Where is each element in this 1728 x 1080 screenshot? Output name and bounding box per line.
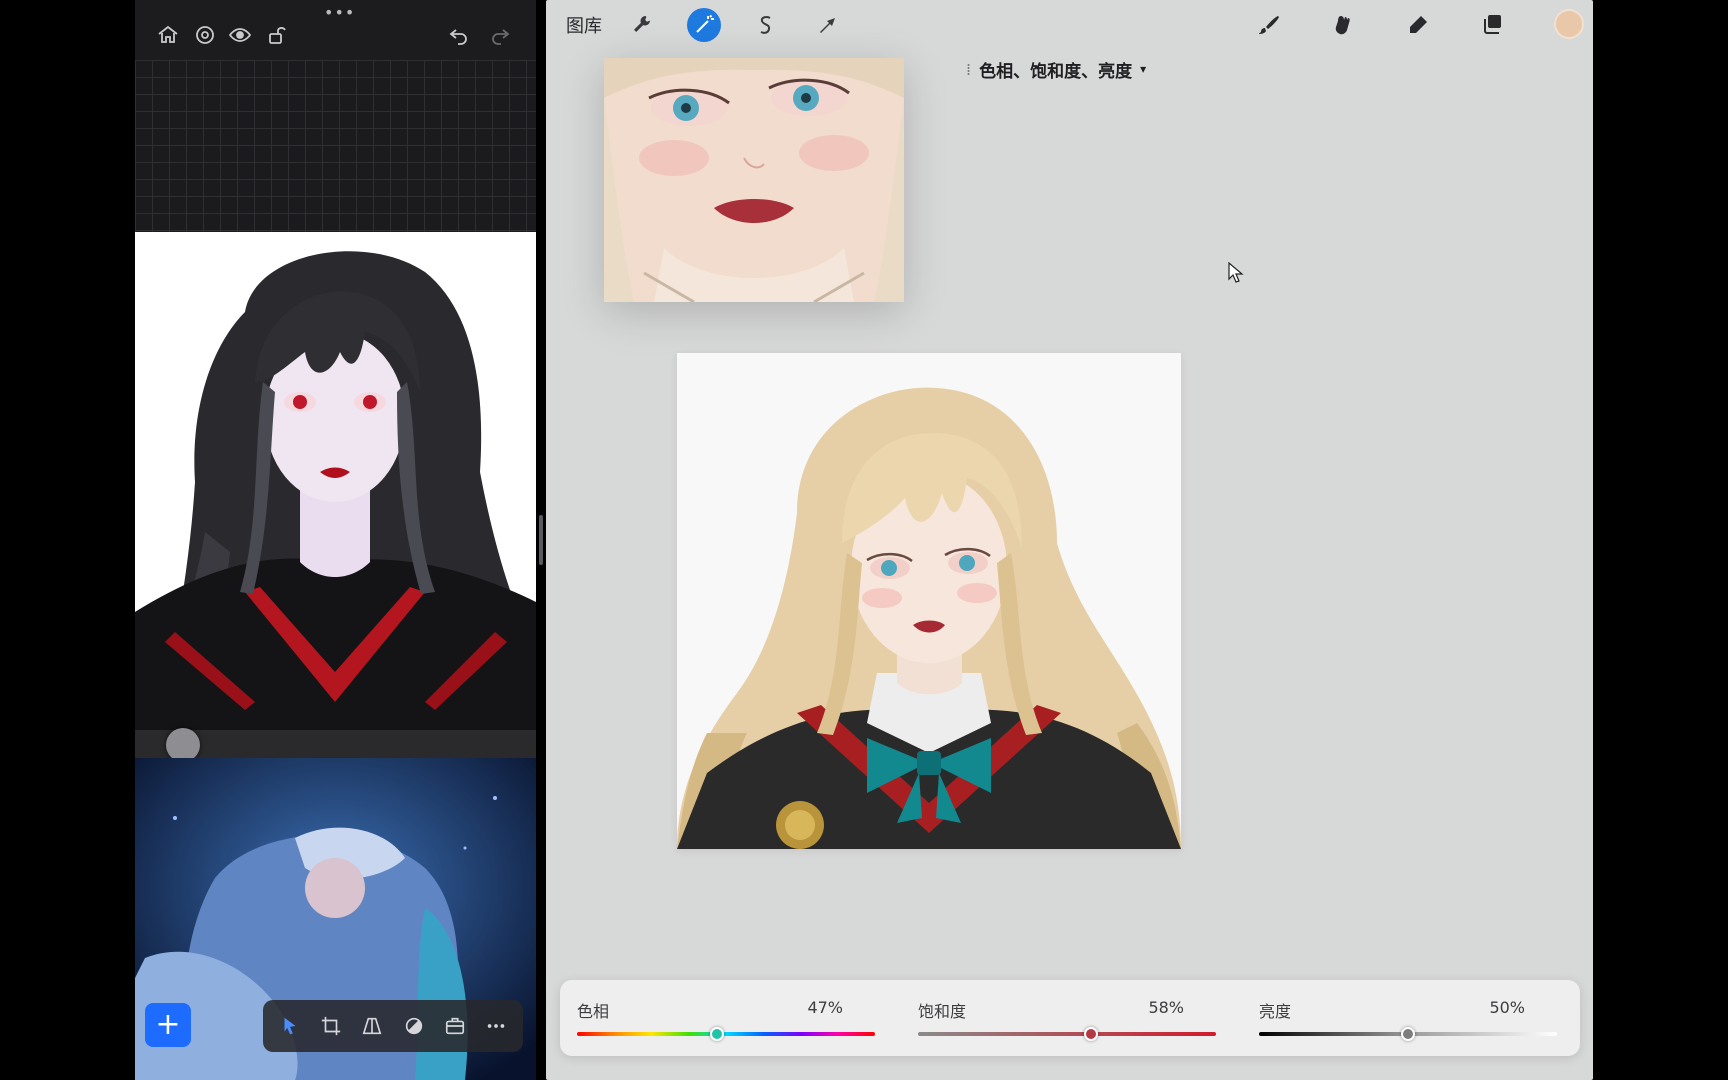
color-swatch[interactable] — [1554, 9, 1584, 39]
brightness-value: 50% — [1489, 998, 1525, 1017]
hue-value: 47% — [807, 998, 843, 1017]
canvas-artwork-closeup — [604, 58, 904, 302]
add-reference-button[interactable]: + — [145, 1003, 191, 1047]
scrubber-knob[interactable] — [166, 728, 200, 762]
reference-scrubber[interactable] — [135, 728, 536, 762]
screen: ••• + 图库 ⁞ 色相、饱和度、亮度 ▾ 色相 47% 饱和度 58% 亮度… — [0, 0, 1728, 1080]
hsb-adjustment-panel: 色相 47% 饱和度 58% 亮度 50% — [560, 980, 1580, 1056]
reference-panel: ••• + — [135, 0, 536, 1080]
top-toolbar: 图库 — [546, 0, 1593, 46]
brush-icon[interactable] — [1252, 8, 1286, 42]
canvas-artwork[interactable] — [677, 353, 1181, 849]
transform-arrow-icon[interactable] — [810, 8, 844, 42]
saturation-slider-knob[interactable] — [1083, 1027, 1098, 1041]
drag-handle-icon[interactable]: ••• — [324, 5, 355, 21]
hue-slider-group: 色相 47% — [560, 980, 875, 1056]
hue-label: 色相 — [577, 1002, 610, 1021]
adjust-tone-icon[interactable] — [398, 1010, 430, 1042]
layers-icon[interactable] — [1475, 8, 1509, 42]
brightness-label: 亮度 — [1259, 1002, 1292, 1021]
eye-icon[interactable] — [225, 20, 255, 50]
brightness-slider-group: 亮度 50% — [1242, 980, 1557, 1056]
perspective-icon[interactable] — [356, 1010, 388, 1042]
chevron-down-icon: ▾ — [1140, 62, 1147, 76]
hue-slider-knob[interactable] — [710, 1027, 725, 1041]
crop-icon[interactable] — [315, 1010, 347, 1042]
brightness-slider[interactable] — [1259, 1027, 1557, 1041]
canvas-area: 图库 ⁞ 色相、饱和度、亮度 ▾ 色相 47% 饱和度 58% 亮度 50% — [546, 0, 1593, 1080]
adjustment-title: 色相、饱和度、亮度 — [979, 61, 1133, 82]
reference-image-1[interactable] — [135, 232, 536, 730]
unlock-icon[interactable] — [262, 20, 292, 50]
more-icon[interactable] — [480, 1010, 512, 1042]
redo-icon[interactable] — [485, 20, 515, 50]
select-arrow-icon[interactable] — [274, 1010, 306, 1042]
mouse-cursor-icon — [1228, 262, 1244, 283]
home-icon[interactable] — [153, 20, 183, 50]
selection-icon[interactable] — [749, 8, 783, 42]
adjustments-wand-icon[interactable] — [687, 8, 721, 42]
reference-toolbar: ••• — [135, 0, 536, 60]
hue-slider[interactable] — [577, 1027, 875, 1041]
eraser-icon[interactable] — [1401, 8, 1435, 42]
settings-icon[interactable] — [190, 20, 220, 50]
wrench-icon[interactable] — [626, 8, 660, 42]
gallery-button[interactable]: 图库 — [566, 12, 602, 38]
grip-icon: ⁞ — [966, 59, 972, 79]
saturation-value: 58% — [1148, 998, 1184, 1017]
reference-grid — [135, 60, 536, 232]
saturation-slider-group: 饱和度 58% — [901, 980, 1216, 1056]
split-divider-handle[interactable] — [539, 515, 543, 565]
smudge-icon[interactable] — [1327, 8, 1361, 42]
brightness-slider-knob[interactable] — [1401, 1027, 1415, 1041]
reference-tools-bar — [263, 1000, 523, 1052]
saturation-label: 饱和度 — [918, 1002, 967, 1021]
toolbox-icon[interactable] — [439, 1010, 471, 1042]
undo-icon[interactable] — [444, 20, 474, 50]
saturation-slider[interactable] — [918, 1027, 1216, 1041]
adjustment-mode-dropdown[interactable]: ⁞ 色相、饱和度、亮度 ▾ — [966, 56, 1146, 82]
